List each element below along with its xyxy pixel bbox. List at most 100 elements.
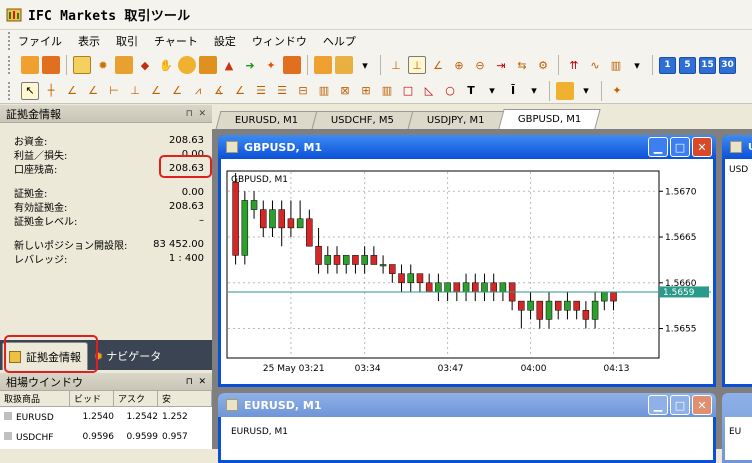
fibo-time-icon[interactable]: ▥: [315, 82, 333, 100]
arrow-tool-icon[interactable]: Ī: [504, 82, 522, 100]
pin-icon[interactable]: ⊓: [186, 109, 193, 119]
menu-window[interactable]: ウィンドウ: [252, 33, 307, 49]
trendline-icon[interactable]: ∠: [63, 82, 81, 100]
book-icon[interactable]: [283, 56, 301, 74]
text-icon[interactable]: T: [462, 82, 480, 100]
maximize-button[interactable]: □: [670, 137, 690, 157]
close-button[interactable]: ✕: [692, 137, 712, 157]
timeframe-m5-button[interactable]: 5: [679, 56, 696, 74]
green-arrow-icon[interactable]: ➜: [241, 56, 259, 74]
maximize-button[interactable]: □: [670, 395, 690, 415]
column-bid[interactable]: ビッド: [70, 391, 114, 406]
timeframe-m1-button[interactable]: 1: [659, 56, 676, 74]
coins-icon[interactable]: [178, 56, 196, 74]
timeframe-m15-button[interactable]: 15: [699, 56, 716, 74]
crosshair-icon[interactable]: ┼: [42, 82, 60, 100]
menu-trade[interactable]: 取引: [116, 33, 138, 49]
gear-icon[interactable]: ✹: [94, 56, 112, 74]
chart-tab-usdjpy[interactable]: USDJPY, M1: [407, 111, 505, 129]
chart-axis-icon[interactable]: ⊥: [387, 56, 405, 74]
expert-icon[interactable]: ✦: [608, 82, 626, 100]
hand-icon[interactable]: ✋: [157, 56, 175, 74]
chart-properties-icon[interactable]: ⚙: [534, 56, 552, 74]
bag-icon[interactable]: [199, 56, 217, 74]
channel-icon[interactable]: ∠: [147, 82, 165, 100]
gann-line-icon[interactable]: ∠: [231, 82, 249, 100]
pin-icon[interactable]: ⊓: [186, 377, 193, 387]
fibo-arcs-icon[interactable]: ⊞: [357, 82, 375, 100]
warning-icon[interactable]: ▲: [220, 56, 238, 74]
partial-window-titlebar[interactable]: U: [722, 135, 752, 159]
bell-icon[interactable]: ✦: [262, 56, 280, 74]
dropdown-arrow-icon[interactable]: ▾: [577, 82, 595, 100]
toolbar-grip[interactable]: [8, 56, 12, 74]
zoom-out-icon[interactable]: ⊖: [471, 56, 489, 74]
bar-chart-icon[interactable]: ⊥: [408, 56, 426, 74]
document-icon[interactable]: [73, 56, 91, 74]
chart-tab-eurusd[interactable]: EURUSD, M1: [215, 111, 318, 129]
gbpusd-window-titlebar[interactable]: GBPUSD, M1: [218, 135, 716, 159]
timeframe-m30-button[interactable]: 30: [719, 56, 736, 74]
chart-tab-usdchf[interactable]: USDCHF, M5: [311, 111, 414, 129]
order-icon[interactable]: [115, 56, 133, 74]
toolbar-grip[interactable]: [8, 81, 12, 100]
dropdown-arrow-icon[interactable]: ▾: [628, 56, 646, 74]
fibo-levels-icon[interactable]: ☰: [252, 82, 270, 100]
column-symbol[interactable]: 取扱商品: [0, 391, 70, 406]
menu-view[interactable]: 表示: [78, 33, 100, 49]
triangle-icon[interactable]: ◺: [420, 82, 438, 100]
eurusd-chart-window[interactable]: EURUSD, M1 ▁ □ ✕ EURUSD, M1: [218, 393, 716, 463]
column-low[interactable]: 安: [158, 391, 212, 406]
grid-icon[interactable]: ▥: [607, 56, 625, 74]
pitchfork-icon[interactable]: ⩘: [189, 82, 207, 100]
close-button[interactable]: ✕: [692, 395, 712, 415]
rectangle-icon[interactable]: □: [399, 82, 417, 100]
column-ask[interactable]: アスク: [114, 391, 158, 406]
regression-icon[interactable]: ∠: [168, 82, 186, 100]
close-icon[interactable]: ✕: [198, 377, 206, 387]
table-row[interactable]: EURUSD 1.2540 1.2542 1.252: [0, 407, 212, 427]
indicator-icon[interactable]: ∿: [586, 56, 604, 74]
open-icon[interactable]: [21, 56, 39, 74]
dropdown-arrow-icon[interactable]: ▾: [483, 82, 501, 100]
diamond-icon[interactable]: ◆: [136, 56, 154, 74]
ellipse-icon[interactable]: ○: [441, 82, 459, 100]
cycle-lines-icon[interactable]: ▥: [378, 82, 396, 100]
gbpusd-chart-window[interactable]: GBPUSD, M1 ▁ □ ✕ 1.5670 1.5665 1.5660 1.565…: [218, 135, 716, 387]
menu-settings[interactable]: 設定: [214, 33, 236, 49]
usd-chart-window-partial[interactable]: U USD: [722, 135, 752, 387]
gbpusd-chart[interactable]: 1.56701.56651.56601.5655 25 May 03:21 03:…: [221, 159, 713, 384]
scroll-chart-icon[interactable]: ⇥: [492, 56, 510, 74]
line-chart-icon[interactable]: ∠: [429, 56, 447, 74]
menu-file[interactable]: ファイル: [18, 33, 62, 49]
tab-navigator[interactable]: ✹ ナビゲータ: [88, 342, 167, 370]
templates-icon[interactable]: [556, 81, 574, 100]
dropdown-arrow-icon[interactable]: ▾: [525, 82, 543, 100]
clipboard-icon[interactable]: [335, 56, 353, 74]
fibo-fan-icon[interactable]: ⊠: [336, 82, 354, 100]
minimize-button[interactable]: ▁: [648, 137, 668, 157]
chart-shift-icon[interactable]: ⇆: [513, 56, 531, 74]
cursor-icon[interactable]: ↖: [21, 81, 39, 100]
table-row[interactable]: USDCHF 0.9596 0.9599 0.957: [0, 427, 212, 447]
chart-tab-gbpusd[interactable]: GBPUSD, M1: [498, 109, 601, 129]
horizontal-line-icon[interactable]: ⊢: [105, 82, 123, 100]
candles-icon[interactable]: ⇈: [565, 56, 583, 74]
partial-window-bottom[interactable]: EU: [722, 393, 752, 463]
close-icon[interactable]: ✕: [198, 109, 206, 119]
fan-icon[interactable]: ∡: [210, 82, 228, 100]
menu-help[interactable]: ヘルプ: [323, 33, 356, 49]
fibo-channel-icon[interactable]: ⊟: [294, 82, 312, 100]
gbpusd-chart-area[interactable]: 1.5670 1.5665 1.5660 1.5655 25 May 03:21 03:…: [221, 159, 713, 384]
partial-chart-area[interactable]: USD: [725, 159, 752, 384]
lock-icon[interactable]: [314, 56, 332, 74]
toolbar-grip[interactable]: [8, 32, 12, 50]
minimize-button[interactable]: ▁: [648, 395, 668, 415]
vertical-line-icon[interactable]: ⊥: [126, 82, 144, 100]
dropdown-arrow-icon[interactable]: ▾: [356, 56, 374, 74]
eurusd-window-titlebar[interactable]: EURUSD, M1: [218, 393, 716, 417]
save-icon[interactable]: [42, 56, 60, 74]
menu-chart[interactable]: チャート: [154, 33, 198, 49]
zoom-in-icon[interactable]: ⊕: [450, 56, 468, 74]
fibo-extension-icon[interactable]: ☰: [273, 82, 291, 100]
